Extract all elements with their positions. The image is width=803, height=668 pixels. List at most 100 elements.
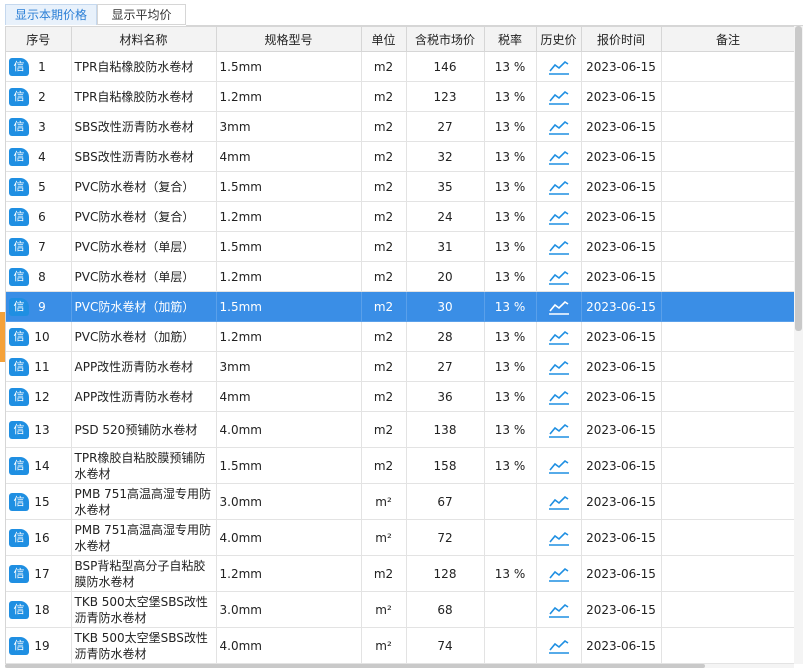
header-remark[interactable]: 备注 bbox=[661, 27, 795, 52]
credit-badge-icon[interactable]: 信 bbox=[9, 207, 29, 226]
cell-remark bbox=[661, 81, 795, 112]
cell-quote-time: 2023-06-15 bbox=[581, 171, 662, 202]
table-row[interactable]: 信 5 PVC防水卷材（复合） 1.5mm m2 35 13 % 2023-06-15 bbox=[6, 171, 795, 202]
trend-chart-icon[interactable] bbox=[548, 89, 570, 105]
cell-history bbox=[536, 111, 582, 142]
credit-badge-icon[interactable]: 信 bbox=[9, 87, 29, 106]
cell-unit: m² bbox=[361, 483, 407, 520]
trend-chart-icon[interactable] bbox=[548, 422, 570, 438]
credit-badge-icon[interactable]: 信 bbox=[9, 387, 29, 406]
header-material-name[interactable]: 材料名称 bbox=[71, 27, 217, 52]
cell-price: 28 bbox=[406, 321, 485, 352]
cell-no: 信2 bbox=[6, 81, 72, 112]
row-number: 5 bbox=[38, 179, 46, 194]
trend-chart-icon[interactable] bbox=[548, 530, 570, 546]
trend-chart-icon[interactable] bbox=[548, 359, 570, 375]
trend-chart-icon[interactable] bbox=[548, 329, 570, 345]
cell-history bbox=[536, 351, 582, 382]
trend-chart-icon[interactable] bbox=[548, 269, 570, 285]
cell-no: 信 19 bbox=[6, 627, 72, 664]
cell-remark bbox=[661, 591, 795, 628]
table-row[interactable]: 信 9 PVC防水卷材（加筋） 1.5mm m2 30 13 % 2023-06-15 bbox=[6, 291, 795, 322]
header-quote-time[interactable]: 报价时间 bbox=[581, 27, 662, 52]
table-row[interactable]: 信 2 TPR自粘橡胶防水卷材 1.2mm m2 123 13 % 2023-06-15 bbox=[6, 81, 795, 112]
credit-badge-icon[interactable]: 信 bbox=[9, 267, 29, 286]
credit-badge-icon[interactable]: 信 bbox=[9, 456, 29, 475]
cell-material-name: TKB 500太空堡SBS改性沥青防水卷材 bbox=[71, 591, 217, 628]
cell-tax-rate: 13 % bbox=[484, 381, 537, 412]
table-row[interactable]: 信 16 PMB 751高温高湿专用防水卷材 4.0mm m² 72 2023-06-15 bbox=[6, 519, 795, 556]
table-row[interactable]: 信 15 PMB 751高温高湿专用防水卷材 3.0mm m² 67 2023-06-15 bbox=[6, 483, 795, 520]
cell-quote-time: 2023-06-15 bbox=[581, 447, 662, 484]
cell-remark bbox=[661, 171, 795, 202]
trend-chart-icon[interactable] bbox=[548, 389, 570, 405]
credit-badge-icon[interactable]: 信 bbox=[9, 420, 29, 439]
credit-badge-icon[interactable]: 信 bbox=[9, 237, 29, 256]
horizontal-scrollbar[interactable] bbox=[5, 664, 794, 668]
cell-material-name: PVC防水卷材（单层） bbox=[71, 261, 217, 292]
tab-average-price[interactable]: 显示平均价 bbox=[97, 4, 186, 25]
credit-badge-icon[interactable]: 信 bbox=[9, 57, 29, 76]
trend-chart-icon[interactable] bbox=[548, 59, 570, 75]
credit-badge-icon[interactable]: 信 bbox=[9, 297, 29, 316]
cell-unit: m2 bbox=[361, 321, 407, 352]
credit-badge-icon[interactable]: 信 bbox=[9, 147, 29, 166]
header-price[interactable]: 含税市场价 bbox=[406, 27, 485, 52]
credit-badge-icon[interactable]: 信 bbox=[9, 528, 29, 547]
trend-chart-icon[interactable] bbox=[548, 458, 570, 474]
trend-chart-icon[interactable] bbox=[548, 299, 570, 315]
header-history[interactable]: 历史价 bbox=[536, 27, 582, 52]
trend-chart-icon[interactable] bbox=[548, 119, 570, 135]
table-row[interactable]: 信 18 TKB 500太空堡SBS改性沥青防水卷材 3.0mm m² 68 2023-06… bbox=[6, 591, 795, 628]
vertical-scroll-thumb[interactable] bbox=[795, 26, 802, 331]
credit-badge-icon[interactable]: 信 bbox=[9, 327, 29, 346]
trend-chart-icon[interactable] bbox=[548, 209, 570, 225]
cell-spec: 3mm bbox=[216, 351, 362, 382]
table-row[interactable]: 信 10 PVC防水卷材（加筋） 1.2mm m2 28 13 % 2023-06-15 bbox=[6, 321, 795, 352]
trend-chart-icon[interactable] bbox=[548, 179, 570, 195]
horizontal-scroll-thumb[interactable] bbox=[5, 664, 705, 668]
table-row[interactable]: 信 8 PVC防水卷材（单层） 1.2mm m2 20 13 % 2023-06-15 bbox=[6, 261, 795, 292]
tab-current-price[interactable]: 显示本期价格 bbox=[5, 4, 97, 25]
header-no[interactable]: 序号 bbox=[6, 27, 72, 52]
credit-badge-icon[interactable]: 信 bbox=[9, 177, 29, 196]
table-row[interactable]: 信 4 SBS改性沥青防水卷材 4mm m2 32 13 % 2023-06-15 bbox=[6, 141, 795, 172]
cell-spec: 1.2mm bbox=[216, 555, 362, 592]
vertical-scrollbar[interactable] bbox=[794, 26, 803, 664]
side-handle[interactable] bbox=[0, 312, 5, 362]
trend-chart-icon[interactable] bbox=[548, 602, 570, 618]
credit-badge-icon[interactable]: 信 bbox=[9, 357, 29, 376]
table-row[interactable]: 信 12 APP改性沥青防水卷材 4mm m2 36 13 % 2023-06-15 bbox=[6, 381, 795, 412]
table-row[interactable]: 信 3 SBS改性沥青防水卷材 3mm m2 27 13 % 2023-06-15 bbox=[6, 111, 795, 142]
credit-badge-icon[interactable]: 信 bbox=[9, 492, 29, 511]
table-row[interactable]: 信 6 PVC防水卷材（复合） 1.2mm m2 24 13 % 2023-06-15 bbox=[6, 201, 795, 232]
cell-material-name: PMB 751高温高湿专用防水卷材 bbox=[71, 483, 217, 520]
table-row[interactable]: 信 14 TPR橡胶自粘胶膜预铺防水卷材 1.5mm m2 158 13 % 2023-06-… bbox=[6, 447, 795, 484]
credit-badge-icon[interactable]: 信 bbox=[9, 117, 29, 136]
table-row[interactable]: 信 17 BSP背粘型高分子自粘胶膜防水卷材 1.2mm m2 128 13 % 2023-0… bbox=[6, 555, 795, 592]
table-row[interactable]: 信 13 PSD 520预铺防水卷材 4.0mm m2 138 13 % 2023-06-15 bbox=[6, 411, 795, 448]
header-tax-rate[interactable]: 税率 bbox=[484, 27, 537, 52]
trend-chart-icon[interactable] bbox=[548, 149, 570, 165]
table-row[interactable]: 信 1 TPR自粘橡胶防水卷材 1.5mm m2 146 13 % 2023-06-15 bbox=[6, 51, 795, 82]
trend-chart-icon[interactable] bbox=[548, 566, 570, 582]
trend-chart-icon[interactable] bbox=[548, 494, 570, 510]
cell-no: 信8 bbox=[6, 261, 72, 292]
cell-remark bbox=[661, 51, 795, 82]
header-spec[interactable]: 规格型号 bbox=[216, 27, 362, 52]
credit-badge-icon[interactable]: 信 bbox=[9, 600, 29, 619]
credit-badge-icon[interactable]: 信 bbox=[9, 564, 29, 583]
credit-badge-icon[interactable]: 信 bbox=[9, 636, 29, 655]
cell-quote-time: 2023-06-15 bbox=[581, 411, 662, 448]
trend-chart-icon[interactable] bbox=[548, 638, 570, 654]
table-row[interactable]: 信 7 PVC防水卷材（单层） 1.5mm m2 31 13 % 2023-06-15 bbox=[6, 231, 795, 262]
cell-tax-rate: 13 % bbox=[484, 261, 537, 292]
header-unit[interactable]: 单位 bbox=[361, 27, 407, 52]
trend-chart-icon[interactable] bbox=[548, 239, 570, 255]
cell-price: 138 bbox=[406, 411, 485, 448]
table-row[interactable]: 信 11 APP改性沥青防水卷材 3mm m2 27 13 % 2023-06-15 bbox=[6, 351, 795, 382]
cell-unit: m2 bbox=[361, 111, 407, 142]
table-row[interactable]: 信 19 TKB 500太空堡SBS改性沥青防水卷材 4.0mm m² 74 2023-06… bbox=[6, 627, 795, 664]
cell-no: 信 14 bbox=[6, 447, 72, 484]
cell-price: 68 bbox=[406, 591, 485, 628]
